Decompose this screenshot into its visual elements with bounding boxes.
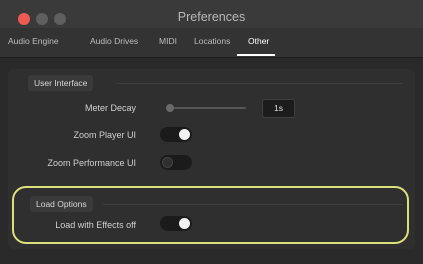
toggle-knob (179, 129, 190, 140)
meter-decay-value-field[interactable]: 1s (262, 99, 295, 118)
meter-decay-slider-handle[interactable] (166, 104, 174, 112)
highlight-outline (12, 186, 409, 244)
zoom-player-ui-toggle[interactable] (160, 127, 192, 142)
tab-audio-drives[interactable]: Audio Drives (90, 36, 138, 46)
tab-midi[interactable]: MIDI (159, 36, 177, 46)
tab-locations[interactable]: Locations (194, 36, 230, 46)
tab-other[interactable]: Other (248, 36, 269, 46)
toggle-knob (162, 157, 173, 168)
zoom-performance-ui-toggle[interactable] (160, 155, 192, 170)
meter-decay-slider-track[interactable] (170, 107, 246, 109)
zoom-performance-ui-label: Zoom Performance UI (47, 158, 136, 168)
zoom-player-ui-label: Zoom Player UI (73, 130, 136, 140)
tab-audio-engine[interactable]: Audio Engine (8, 36, 59, 46)
title-bar: Preferences (0, 0, 423, 29)
meter-decay-label: Meter Decay (84, 103, 136, 113)
tab-bar: Audio Engine Audio Drives MIDI Locations… (0, 28, 423, 58)
active-tab-indicator (237, 54, 275, 56)
section-divider (116, 83, 403, 84)
user-interface-section-title: User Interface (28, 75, 94, 91)
window-title: Preferences (177, 10, 246, 24)
